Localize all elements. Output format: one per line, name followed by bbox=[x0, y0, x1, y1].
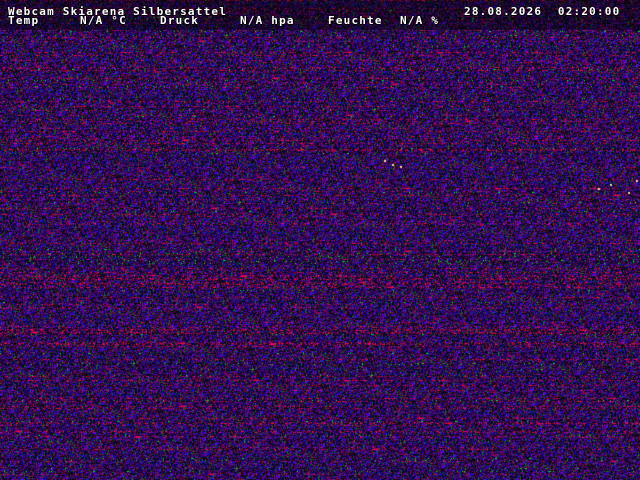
pressure-label: Druck bbox=[160, 14, 200, 27]
night-noise-image bbox=[0, 0, 640, 480]
temperature-value: N/A °C bbox=[80, 14, 127, 27]
webcam-image: Webcam Skiarena Silbersattel 28.08.2026 … bbox=[0, 0, 640, 480]
overlay-weather-line: Temp N/A °C Druck N/A hpa Feuchte N/A % bbox=[0, 15, 640, 26]
temperature-label: Temp bbox=[8, 14, 40, 27]
humidity-value: N/A % bbox=[400, 14, 440, 27]
pressure-value: N/A hpa bbox=[240, 14, 295, 27]
humidity-label: Feuchte bbox=[328, 14, 383, 27]
